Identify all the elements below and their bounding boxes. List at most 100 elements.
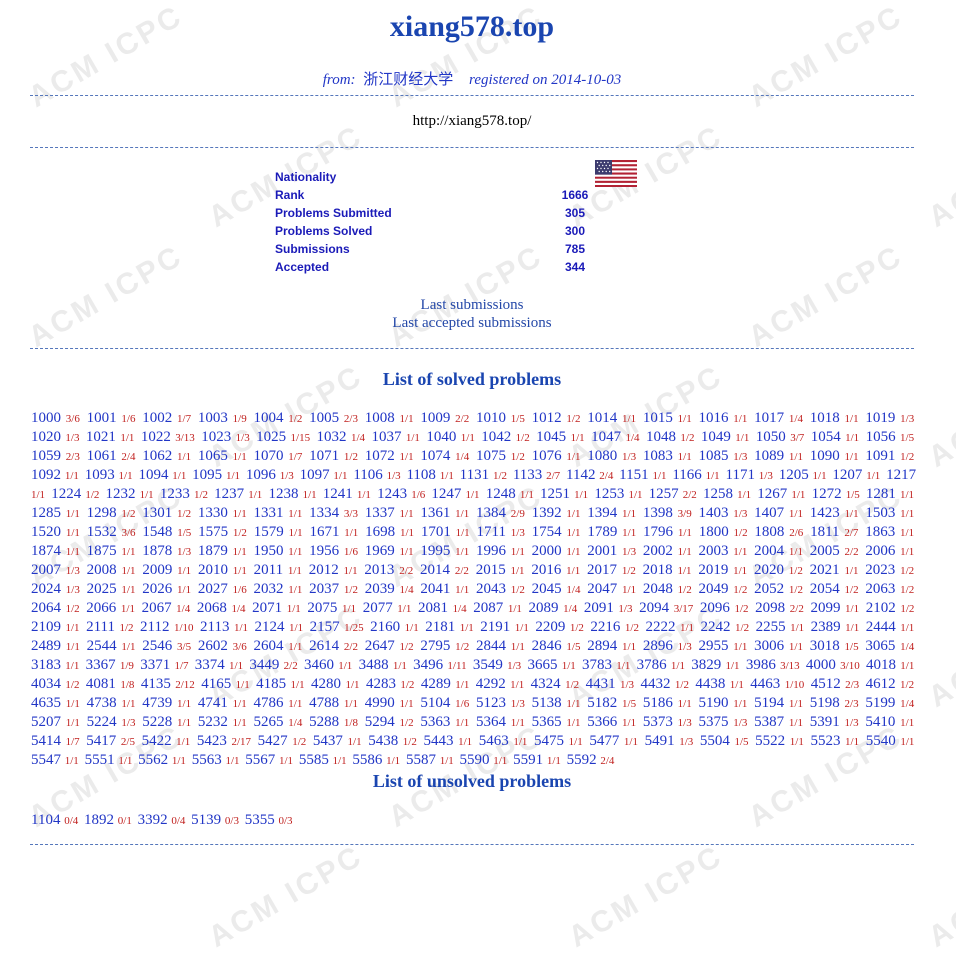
- problem-link[interactable]: 5423: [197, 733, 227, 749]
- problem-link[interactable]: 2023: [865, 562, 895, 578]
- problem-link[interactable]: 4289: [421, 676, 451, 692]
- problem-link[interactable]: 1384: [476, 505, 506, 521]
- problem-link[interactable]: 2113: [200, 619, 229, 635]
- problem-link[interactable]: 2098: [755, 600, 785, 616]
- problem-link[interactable]: 5567: [245, 752, 275, 768]
- problem-link[interactable]: 5586: [352, 752, 382, 768]
- problem-link[interactable]: 1789: [587, 524, 617, 540]
- problem-link[interactable]: 1698: [365, 524, 395, 540]
- problem-link[interactable]: 5182: [587, 695, 617, 711]
- problem-link[interactable]: 1796: [643, 524, 673, 540]
- problem-link[interactable]: 4081: [86, 676, 116, 692]
- problem-link[interactable]: 4463: [750, 676, 780, 692]
- problem-link[interactable]: 1800: [699, 524, 729, 540]
- problem-link[interactable]: 3006: [754, 638, 784, 654]
- problem-link[interactable]: 2032: [254, 581, 284, 597]
- problem-link[interactable]: 2099: [810, 600, 840, 616]
- problem-link[interactable]: 4432: [640, 676, 670, 692]
- problem-link[interactable]: 1050: [756, 429, 786, 445]
- problem-link[interactable]: 1253: [594, 486, 624, 502]
- problem-link[interactable]: 3783: [582, 657, 612, 673]
- problem-link[interactable]: 2544: [87, 638, 117, 654]
- problem-link[interactable]: 2024: [31, 581, 61, 597]
- problem-link[interactable]: 1014: [587, 410, 617, 426]
- problem-link[interactable]: 4786: [254, 695, 284, 711]
- problem-link[interactable]: 1267: [757, 486, 787, 502]
- problem-link[interactable]: 1142: [566, 467, 595, 483]
- problem-link[interactable]: 1005: [309, 410, 339, 426]
- problem-link[interactable]: 2614: [309, 638, 339, 654]
- problem-link[interactable]: 2000: [532, 543, 562, 559]
- problem-link[interactable]: 2002: [643, 543, 673, 559]
- problem-link[interactable]: 1579: [254, 524, 284, 540]
- problem-link[interactable]: 1054: [811, 429, 841, 445]
- problem-link[interactable]: 1811: [810, 524, 839, 540]
- problem-link[interactable]: 2087: [473, 600, 503, 616]
- problem-link[interactable]: 2160: [370, 619, 400, 635]
- problem-link[interactable]: 1025: [256, 429, 286, 445]
- problem-link[interactable]: 2089: [529, 600, 559, 616]
- problem-link[interactable]: 5587: [406, 752, 436, 768]
- problem-link[interactable]: 2255: [756, 619, 786, 635]
- problem-link[interactable]: 3392: [138, 812, 168, 828]
- problem-link[interactable]: 4990: [365, 695, 395, 711]
- problem-link[interactable]: 1032: [317, 429, 347, 445]
- problem-link[interactable]: 1258: [703, 486, 733, 502]
- problem-link[interactable]: 5438: [368, 733, 398, 749]
- problem-link[interactable]: 2111: [86, 619, 115, 635]
- problem-link[interactable]: 2039: [365, 581, 395, 597]
- problem-link[interactable]: 2012: [309, 562, 339, 578]
- problem-link[interactable]: 1337: [365, 505, 395, 521]
- problem-link[interactable]: 2018: [643, 562, 673, 578]
- problem-link[interactable]: 5194: [754, 695, 784, 711]
- problem-link[interactable]: 1503: [865, 505, 895, 521]
- problem-link[interactable]: 1019: [865, 410, 895, 426]
- problem-link[interactable]: 1010: [476, 410, 506, 426]
- problem-link[interactable]: 1018: [810, 410, 840, 426]
- problem-link[interactable]: 3183: [31, 657, 61, 673]
- problem-link[interactable]: 1076: [532, 448, 562, 464]
- problem-link[interactable]: 5207: [31, 714, 61, 730]
- problem-link[interactable]: 1015: [643, 410, 673, 426]
- problem-link[interactable]: 2222: [645, 619, 675, 635]
- problem-link[interactable]: 1995: [420, 543, 450, 559]
- problem-link[interactable]: 1048: [646, 429, 676, 445]
- problem-link[interactable]: 2013: [364, 562, 394, 578]
- problem-link[interactable]: 4788: [309, 695, 339, 711]
- problem-link[interactable]: 2075: [307, 600, 337, 616]
- problem-link[interactable]: 2004: [754, 543, 784, 559]
- problem-link[interactable]: 5410: [865, 714, 895, 730]
- problem-link[interactable]: 2019: [698, 562, 728, 578]
- problem-link[interactable]: 1392: [532, 505, 562, 521]
- problem-link[interactable]: 2007: [31, 562, 61, 578]
- problem-link[interactable]: 4738: [87, 695, 117, 711]
- problem-link[interactable]: 1075: [476, 448, 506, 464]
- problem-link[interactable]: 4018: [866, 657, 896, 673]
- problem-link[interactable]: 1071: [309, 448, 339, 464]
- problem-link[interactable]: 1956: [309, 543, 339, 559]
- problem-link[interactable]: 2091: [584, 600, 614, 616]
- problem-link[interactable]: 1394: [587, 505, 617, 521]
- problem-link[interactable]: 1108: [406, 467, 435, 483]
- problem-link[interactable]: 5414: [31, 733, 61, 749]
- problem-link[interactable]: 1080: [587, 448, 617, 464]
- problem-link[interactable]: 5232: [198, 714, 228, 730]
- problem-link[interactable]: 5591: [513, 752, 543, 768]
- problem-link[interactable]: 2109: [31, 619, 61, 635]
- problem-link[interactable]: 1040: [426, 429, 456, 445]
- problem-link[interactable]: 5551: [85, 752, 115, 768]
- problem-link[interactable]: 1248: [486, 486, 516, 502]
- problem-link[interactable]: 5491: [645, 733, 675, 749]
- problem-link[interactable]: 1224: [51, 486, 81, 502]
- problem-link[interactable]: 1000: [31, 410, 61, 426]
- problem-link[interactable]: 5547: [31, 752, 61, 768]
- problem-link[interactable]: 2546: [142, 638, 172, 654]
- problem-link[interactable]: 3488: [359, 657, 389, 673]
- problem-link[interactable]: 1059: [31, 448, 61, 464]
- problem-link[interactable]: 2389: [811, 619, 841, 635]
- problem-link[interactable]: 1093: [85, 467, 115, 483]
- problem-link[interactable]: 2026: [142, 581, 172, 597]
- problem-link[interactable]: 2647: [365, 638, 395, 654]
- problem-link[interactable]: 1074: [420, 448, 450, 464]
- problem-link[interactable]: 1085: [699, 448, 729, 464]
